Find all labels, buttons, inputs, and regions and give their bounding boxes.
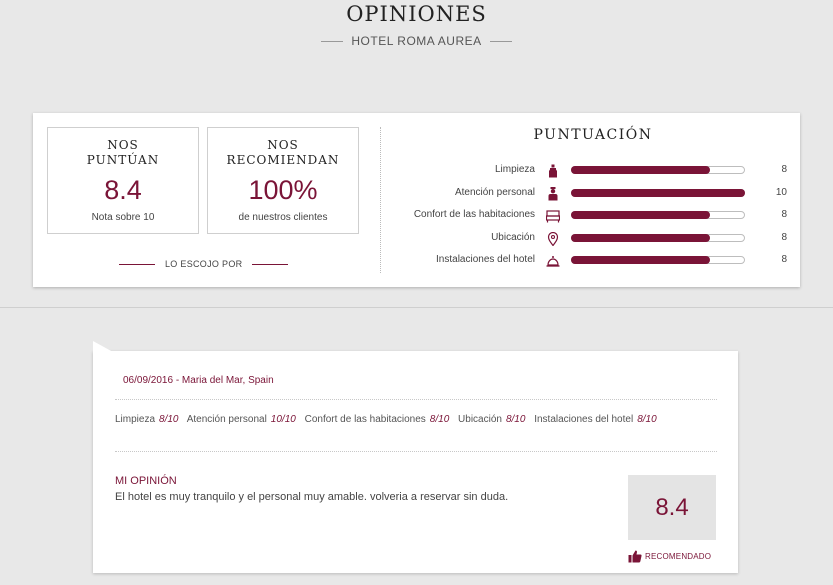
score-value: 10 bbox=[775, 187, 787, 198]
recommended-label: RECOMENDADO bbox=[645, 552, 712, 561]
score-row-ubicacion: Ubicación 8 bbox=[383, 231, 798, 247]
score-bar-fill bbox=[571, 256, 710, 264]
rating-value: 8.4 bbox=[104, 175, 142, 205]
score-value: 8 bbox=[781, 254, 787, 265]
score-label: Limpieza bbox=[494, 164, 535, 175]
escojo-label: LO ESCOJO POR bbox=[165, 259, 243, 269]
score-bar bbox=[571, 211, 745, 219]
score-bar-fill bbox=[571, 166, 710, 174]
recommended-badge: RECOMENDADO bbox=[628, 550, 716, 563]
hotel-name: HOTEL ROMA AUREA bbox=[351, 34, 482, 48]
score-label: Atención personal bbox=[454, 187, 535, 198]
rating-caption: Nota sobre 10 bbox=[91, 212, 155, 223]
review-cat-score: 8/10 bbox=[159, 414, 179, 425]
review-cat-score: 8/10 bbox=[429, 414, 450, 425]
recommend-caption: de nuestros clientes bbox=[238, 212, 328, 223]
rating-title-line2: PUNTÚAN bbox=[86, 153, 160, 167]
recommend-title-line1: NOS bbox=[267, 138, 299, 152]
section-separator bbox=[0, 307, 833, 308]
recommend-title: NOS RECOMIENDAN bbox=[208, 138, 358, 168]
vertical-divider bbox=[380, 127, 381, 273]
bed-icon bbox=[546, 210, 560, 223]
escojo-rule-right bbox=[252, 263, 289, 265]
service-bell-icon bbox=[546, 256, 560, 267]
review-cat-score: 8/10 bbox=[505, 414, 526, 425]
cleaning-bottle-icon bbox=[549, 164, 557, 178]
review-cat-score: 10/10 bbox=[270, 414, 296, 425]
score-row-confort: Confort de las habitaciones 8 bbox=[383, 208, 798, 224]
score-value: 8 bbox=[781, 164, 787, 175]
opinion-text: El hotel es muy tranquilo y el personal … bbox=[115, 491, 509, 503]
score-value: 8 bbox=[781, 209, 787, 220]
review-category-scores: Limpieza 8/10 Atención personal 10/10 Conf… bbox=[115, 413, 725, 426]
score-bar bbox=[571, 166, 745, 174]
review-cat-label: Instalaciones del hotel bbox=[534, 414, 634, 425]
review-rule-top bbox=[115, 399, 717, 400]
score-row-instalaciones: Instalaciones del hotel 8 bbox=[383, 253, 798, 269]
hotel-name-row: HOTEL ROMA AUREA bbox=[0, 34, 833, 48]
opinion-title: MI OPINIÓN bbox=[115, 475, 177, 487]
score-bar-fill bbox=[571, 211, 710, 219]
score-label: Ubicación bbox=[491, 232, 535, 243]
score-title: PUNTUACIÓN bbox=[533, 127, 653, 143]
recommend-value: 100% bbox=[248, 175, 318, 205]
score-bar-fill bbox=[571, 234, 710, 242]
review-rule-bottom bbox=[115, 451, 717, 452]
escojo-link[interactable]: LO ESCOJO POR bbox=[119, 259, 289, 269]
rating-title-line1: NOS bbox=[107, 138, 139, 152]
score-row-atencion: Atención personal 10 bbox=[383, 186, 798, 202]
score-label: Confort de las habitaciones bbox=[413, 209, 535, 220]
score-value: 8 bbox=[781, 232, 787, 243]
score-bar bbox=[571, 256, 745, 264]
review-cat-label: Confort de las habitaciones bbox=[304, 414, 426, 425]
score-bar bbox=[571, 234, 745, 242]
score-row-limpieza: Limpieza 8 bbox=[383, 163, 798, 179]
review-cat-score: 8/10 bbox=[637, 414, 657, 425]
rating-box: NOS PUNTÚAN 8.4 Nota sobre 10 bbox=[47, 127, 199, 234]
review-meta: 06/09/2016 - Maria del Mar, Spain bbox=[123, 375, 274, 386]
rating-title: NOS PUNTÚAN bbox=[48, 138, 198, 168]
recommend-title-line2: RECOMIENDAN bbox=[226, 153, 340, 167]
page-title: OPINIONES bbox=[346, 2, 487, 26]
staff-person-icon bbox=[548, 187, 558, 201]
recommend-box: NOS RECOMIENDAN 100% de nuestros cliente… bbox=[207, 127, 359, 234]
score-bar bbox=[571, 189, 745, 197]
review-score: 8.4 bbox=[628, 475, 716, 540]
review-cat-label: Limpieza bbox=[115, 414, 156, 425]
review-card: 06/09/2016 - Maria del Mar, Spain Limpie… bbox=[93, 341, 738, 573]
thumbs-up-icon bbox=[628, 550, 642, 563]
score-label: Instalaciones del hotel bbox=[436, 254, 535, 265]
speech-notch bbox=[93, 341, 113, 352]
review-cat-label: Atención personal bbox=[186, 414, 267, 425]
review-cat-label: Ubicación bbox=[458, 414, 502, 425]
subtitle-rule-left bbox=[321, 40, 344, 42]
location-pin-icon bbox=[547, 232, 559, 246]
summary-card: NOS PUNTÚAN 8.4 Nota sobre 10 NOS RECOMI… bbox=[33, 113, 800, 287]
subtitle-rule-right bbox=[489, 40, 512, 42]
score-bar-fill bbox=[571, 189, 745, 197]
escojo-rule-left bbox=[119, 263, 155, 265]
